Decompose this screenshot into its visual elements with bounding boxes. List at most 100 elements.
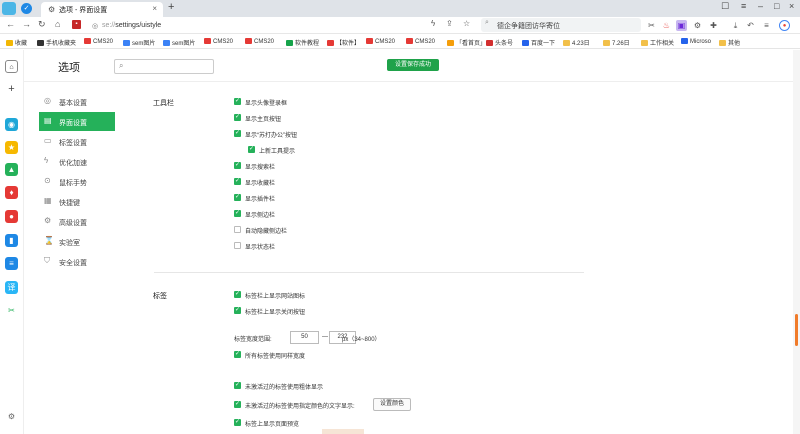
title-bar: ✓ ⚙ 选项 - 界面设置 × + ☐ ≡ – □ ×	[0, 0, 800, 17]
bookmark-folder[interactable]: 4.23日	[563, 38, 590, 47]
settings-nav: ◎ 基本设置 ▤ 界面设置 ▭ 标签设置 ϟ 优化加速 ⊙ 鼠标手势 ▦ 快捷键 ⚙ 高级设置…	[24, 82, 130, 434]
minimize-icon[interactable]: –	[758, 1, 763, 11]
bookmark-item[interactable]: 头条号	[486, 38, 513, 47]
reload-icon[interactable]: ↻	[38, 19, 46, 30]
check-icon: ✓	[234, 98, 241, 105]
check-icon: ✓	[234, 162, 241, 169]
search-input[interactable]: ⌕ 德企争籍团访华寄位	[481, 18, 641, 32]
keyboard-icon: ▦	[44, 196, 52, 205]
bookmark-item[interactable]: 手机收藏夹	[37, 38, 76, 47]
star-icon[interactable]: ☆	[463, 19, 470, 28]
bookmark-item[interactable]: CMS20	[204, 38, 233, 45]
scrollbar-thumb[interactable]	[795, 314, 798, 346]
gear-icon[interactable]: ⚙	[692, 20, 703, 31]
lightning-icon[interactable]: ϟ	[431, 19, 435, 28]
address-bar[interactable]: ◎ se://settings/uistyle	[92, 19, 477, 32]
browser-logo-icon[interactable]: ✓	[21, 3, 32, 14]
bookmark-folder[interactable]: 工作相关	[641, 38, 674, 47]
page-title: 选项	[58, 62, 80, 74]
extension-red-icon[interactable]: ▪	[72, 20, 81, 29]
url-scheme: se://	[102, 22, 116, 29]
section-title-tabs: 标签	[153, 293, 167, 300]
bookmark-item[interactable]: 百度一下	[522, 38, 555, 47]
menu-lines-icon[interactable]: ≡	[741, 1, 746, 11]
tab-icon: ▭	[44, 136, 52, 145]
bookmark-folder[interactable]: 7.26日	[603, 38, 630, 47]
bookmark-sidebar-icon[interactable]: ♦	[5, 186, 18, 199]
section-title-toolbar: 工具栏	[153, 100, 174, 107]
extension-purple-icon[interactable]: ▣	[676, 20, 687, 31]
check-icon: ✓	[234, 210, 241, 217]
download-icon[interactable]: ⤓	[730, 20, 741, 31]
save-success-toast: 设置保存成功	[387, 59, 439, 71]
active-tab[interactable]: ⚙ 选项 - 界面设置 ×	[41, 2, 163, 17]
bookmark-item[interactable]: sem图片	[163, 38, 195, 47]
tab-title: 选项 - 界面设置	[59, 7, 108, 14]
tab-width-unit: px（34~800）	[342, 337, 381, 343]
scissors-icon[interactable]: ✂	[646, 20, 657, 31]
settings-icon[interactable]: ⚙	[5, 410, 18, 423]
settings-header: 选项 ⌕ 设置保存成功	[24, 50, 800, 82]
globe-icon[interactable]: ◉	[5, 118, 18, 131]
chart-icon[interactable]: ▮	[5, 234, 18, 247]
new-tab-button[interactable]: +	[168, 1, 174, 13]
layout-icon: ▤	[44, 116, 52, 125]
navigation-bar: ← → ↻ ⌂ ▪ ◎ se://settings/uistyle ϟ ⇪ ☆ …	[0, 17, 800, 34]
add-icon[interactable]: +	[5, 83, 18, 96]
bookmark-item[interactable]: CMS20	[366, 38, 395, 45]
menu-icon[interactable]: ≡	[761, 20, 772, 31]
check-icon: ✓	[234, 114, 241, 121]
bookmark-item[interactable]: CMS20	[406, 38, 435, 45]
bookmark-item[interactable]: 「看首页」	[447, 38, 486, 47]
scrollbar[interactable]	[793, 50, 800, 434]
back-icon[interactable]: ←	[6, 19, 15, 29]
check-icon: ✓	[234, 351, 241, 358]
gear-icon: ⚙	[48, 5, 56, 14]
tab-width-min-input[interactable]: 50	[290, 331, 319, 344]
fire-icon[interactable]: ♨	[661, 20, 672, 31]
url-path: settings/uistyle	[115, 22, 162, 29]
site-info-icon[interactable]: ◎	[92, 20, 98, 33]
scissors-icon[interactable]: ✂	[5, 304, 18, 317]
home-icon[interactable]: ⌂	[5, 60, 18, 73]
bookmark-item[interactable]: 【软件】	[327, 38, 360, 47]
bookmark-item[interactable]: CMS20	[84, 38, 113, 45]
maximize-icon[interactable]: □	[774, 1, 779, 11]
share-icon[interactable]: ⇪	[446, 19, 453, 28]
check-icon: ✓	[234, 130, 241, 137]
check-icon: ✓	[234, 291, 241, 298]
check-icon: ✓	[234, 194, 241, 201]
forward-icon[interactable]: →	[22, 19, 31, 29]
close-icon[interactable]: ×	[152, 4, 157, 13]
bookmarks-bar: 收藏 手机收藏夹 CMS20 sem图片 sem图片 CMS20 CMS20 软…	[0, 35, 800, 49]
notes-icon[interactable]: ≡	[5, 257, 18, 270]
set-color-button[interactable]: 设置颜色	[373, 398, 411, 411]
bookmark-item[interactable]: CMS20	[245, 38, 274, 45]
bookmark-item[interactable]: 收藏	[6, 38, 27, 47]
search-text: 德企争籍团访华寄位	[497, 23, 560, 30]
profile-avatar[interactable]	[2, 2, 16, 15]
undo-icon[interactable]: ↶	[745, 20, 756, 31]
menu-icon[interactable]: ☐	[721, 1, 729, 12]
settings-search-input[interactable]: ⌕	[114, 59, 214, 74]
close-window-icon[interactable]: ×	[789, 1, 794, 11]
browser-account-icon[interactable]: ●	[779, 20, 790, 31]
bookmark-item[interactable]: sem图片	[123, 38, 155, 47]
check-icon: ✓	[234, 307, 241, 314]
home-icon[interactable]: ⌂	[55, 19, 60, 29]
settings-advanced-icon: ⚙	[44, 216, 52, 225]
search-icon: ⌕	[119, 61, 124, 70]
tab-width-separator: —	[322, 334, 328, 340]
bookmark-folder[interactable]: 其他	[719, 38, 740, 47]
check-icon: ✓	[248, 146, 255, 153]
check-icon: ✓	[234, 178, 241, 185]
mouse-icon: ⊙	[44, 176, 51, 185]
check-icon: ✓	[234, 382, 241, 389]
translate-icon[interactable]: 译	[5, 281, 18, 294]
image-icon[interactable]: ▲	[5, 163, 18, 176]
bookmark-item[interactable]: 软件教程	[286, 38, 319, 47]
bookmark-item[interactable]: Microso	[681, 38, 711, 45]
star-icon[interactable]: ★	[5, 141, 18, 154]
puzzle-icon[interactable]: ✚	[708, 20, 719, 31]
shopping-icon[interactable]: ●	[5, 210, 18, 223]
